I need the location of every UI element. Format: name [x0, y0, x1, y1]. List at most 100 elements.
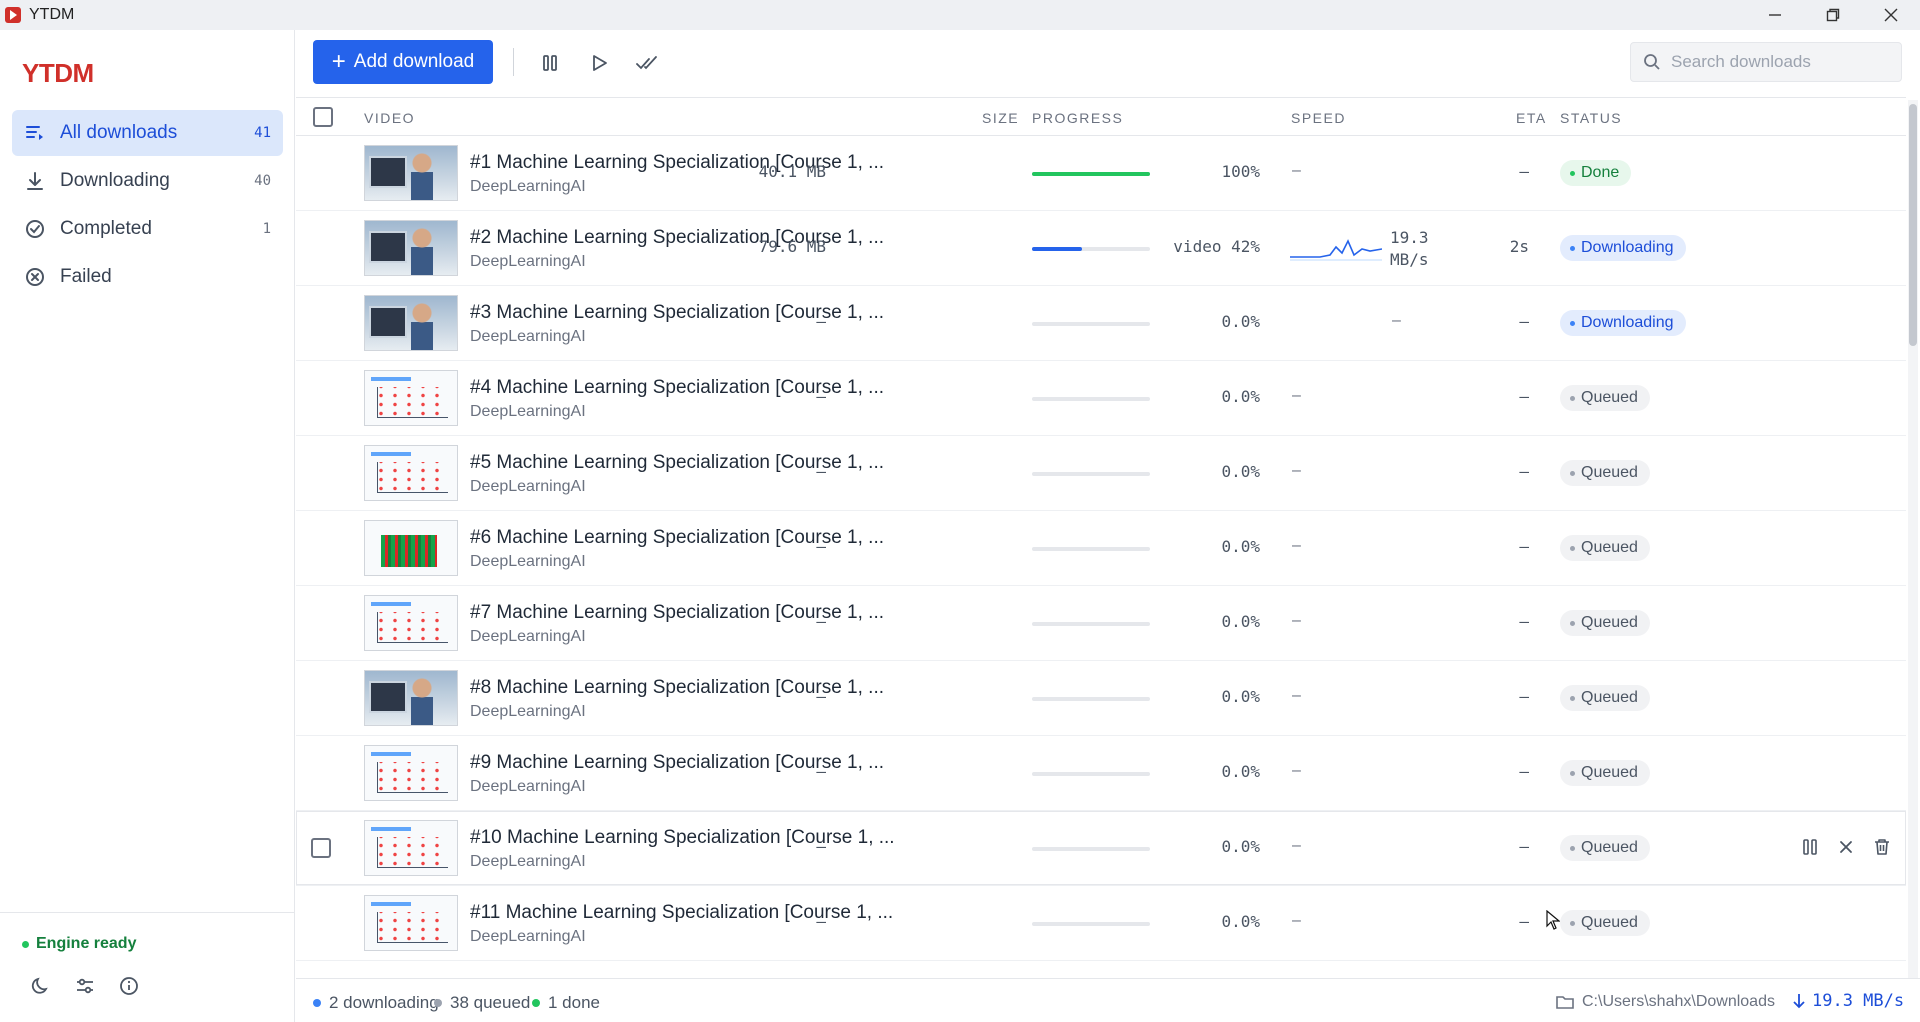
progress-percent: 0.0% — [1221, 687, 1260, 706]
search-input[interactable] — [1671, 52, 1891, 72]
theme-toggle-button[interactable] — [30, 975, 52, 997]
engine-status-label: Engine ready — [36, 935, 137, 952]
row-cancel-button[interactable] — [1834, 835, 1858, 859]
row-actions — [1798, 835, 1894, 859]
file-size: – — [816, 537, 826, 556]
file-size: 40.1 MB — [758, 162, 826, 181]
moon-icon — [31, 977, 48, 994]
column-header-status[interactable]: STATUS — [1560, 110, 1622, 126]
video-channel: DeepLearningAI — [470, 853, 586, 870]
minimize-icon — [1769, 14, 1781, 16]
table-row[interactable]: #5 Machine Learning Specialization [Cour… — [296, 436, 1906, 511]
video-channel: DeepLearningAI — [470, 553, 586, 570]
video-thumbnail — [364, 595, 458, 651]
progress-percent: 0.0% — [1221, 612, 1260, 631]
video-title[interactable]: #10 Machine Learning Specialization [Cou… — [470, 827, 895, 849]
file-size: – — [816, 312, 826, 331]
speed-value: – — [1392, 312, 1401, 329]
download-folder-link[interactable]: C:\Users\shahx\Downloads — [1556, 993, 1775, 1011]
close-window-button[interactable] — [1862, 0, 1920, 30]
speed-value: – — [1292, 837, 1301, 854]
check-circle-icon — [24, 218, 46, 240]
column-header-speed[interactable]: SPEED — [1291, 110, 1346, 126]
select-all-checkbox[interactable] — [313, 107, 333, 127]
status-label: Queued — [1581, 914, 1638, 931]
speed-value: – — [1292, 612, 1301, 629]
table-row[interactable]: #10 Machine Learning Specialization [Cou… — [296, 811, 1906, 886]
clear-completed-button[interactable] — [634, 50, 660, 76]
progress-bar — [1032, 697, 1150, 701]
status-dot — [22, 940, 29, 948]
pause-all-button[interactable] — [537, 50, 563, 76]
table-row[interactable]: #4 Machine Learning Specialization [Cour… — [296, 361, 1906, 436]
engine-status: Engine ready — [22, 935, 136, 953]
status-badge: Done — [1560, 160, 1632, 186]
file-size: – — [816, 837, 826, 856]
speed-value: – — [1292, 387, 1301, 404]
scrollbar-thumb[interactable] — [1909, 104, 1917, 346]
stat-done-label: 1 done — [548, 993, 600, 1012]
table-row[interactable]: #3 Machine Learning Specialization [Cour… — [296, 286, 1906, 361]
resume-all-button[interactable] — [586, 50, 612, 76]
eta-value: – — [1519, 837, 1529, 856]
video-channel: DeepLearningAI — [470, 628, 586, 645]
status-label: Queued — [1581, 464, 1638, 481]
table-row[interactable]: #9 Machine Learning Specialization [Cour… — [296, 736, 1906, 811]
video-channel: DeepLearningAI — [470, 703, 586, 720]
eta-value: – — [1519, 162, 1529, 181]
row-checkbox[interactable] — [311, 838, 331, 858]
status-label: Queued — [1581, 764, 1638, 781]
sidebar: YTDM All downloads 41 Downloading 40 Com… — [0, 30, 295, 1022]
row-pause-button[interactable] — [1798, 835, 1822, 859]
mouse-cursor-icon — [1546, 910, 1560, 930]
row-delete-button[interactable] — [1870, 835, 1894, 859]
settings-button[interactable] — [74, 975, 96, 997]
table-row[interactable]: #2 Machine Learning Specialization [Cour… — [296, 211, 1906, 286]
eta-value: – — [1519, 612, 1529, 631]
toolbar-divider — [513, 48, 514, 76]
progress-percent: 0.0% — [1221, 312, 1260, 331]
eta-value: 2s — [1509, 237, 1529, 256]
progress-percent: 0.0% — [1221, 762, 1260, 781]
status-badge: Queued — [1560, 760, 1650, 786]
sidebar-item-failed[interactable]: Failed — [12, 254, 283, 300]
sidebar-item-downloading[interactable]: Downloading 40 — [12, 158, 283, 204]
total-speed-value: 19.3 MB/s — [1812, 991, 1905, 1011]
column-header-size[interactable]: SIZE — [982, 110, 1019, 126]
status-label: Done — [1581, 164, 1620, 181]
about-button[interactable] — [118, 975, 140, 997]
eta-value: – — [1519, 687, 1529, 706]
stat-queued-label: 38 queued — [450, 993, 531, 1012]
status-badge: Queued — [1560, 385, 1650, 411]
speed-value: – — [1292, 537, 1301, 554]
column-header-progress[interactable]: PROGRESS — [1032, 110, 1123, 126]
file-size: – — [816, 912, 826, 931]
progress-percent: video 42% — [1173, 237, 1260, 256]
window-title: YTDM — [29, 6, 75, 23]
status-dot — [1570, 845, 1575, 851]
status-label: Queued — [1581, 539, 1638, 556]
column-header-video[interactable]: VIDEO — [364, 110, 415, 126]
table-row[interactable]: #8 Machine Learning Specialization [Cour… — [296, 661, 1906, 736]
maximize-button[interactable] — [1804, 0, 1862, 30]
status-dot — [1570, 545, 1575, 551]
file-size: 79.6 MB — [758, 237, 826, 256]
sliders-icon — [77, 978, 93, 994]
download-folder-path: C:\Users\shahx\Downloads — [1582, 993, 1775, 1010]
file-size: – — [816, 687, 826, 706]
sidebar-item-completed[interactable]: Completed 1 — [12, 206, 283, 252]
scrollbar[interactable] — [1908, 100, 1918, 1005]
minimize-button[interactable] — [1746, 0, 1804, 30]
table-row[interactable]: #7 Machine Learning Specialization [Cour… — [296, 586, 1906, 661]
add-download-button[interactable]: + Add download — [313, 40, 493, 84]
status-badge: Downloading — [1560, 310, 1686, 336]
table-row[interactable]: #6 Machine Learning Specialization [Cour… — [296, 511, 1906, 586]
table-row[interactable]: #11 Machine Learning Specialization [Cou… — [296, 886, 1906, 961]
table-row[interactable]: #1 Machine Learning Specialization [Cour… — [296, 136, 1906, 211]
column-header-eta[interactable]: ETA — [1516, 110, 1547, 126]
speed-value: – — [1292, 687, 1301, 704]
video-title[interactable]: #11 Machine Learning Specialization [Cou… — [470, 902, 893, 924]
video-thumbnail — [364, 895, 458, 951]
eta-value: – — [1519, 312, 1529, 331]
sidebar-item-all-downloads[interactable]: All downloads 41 — [12, 110, 283, 156]
